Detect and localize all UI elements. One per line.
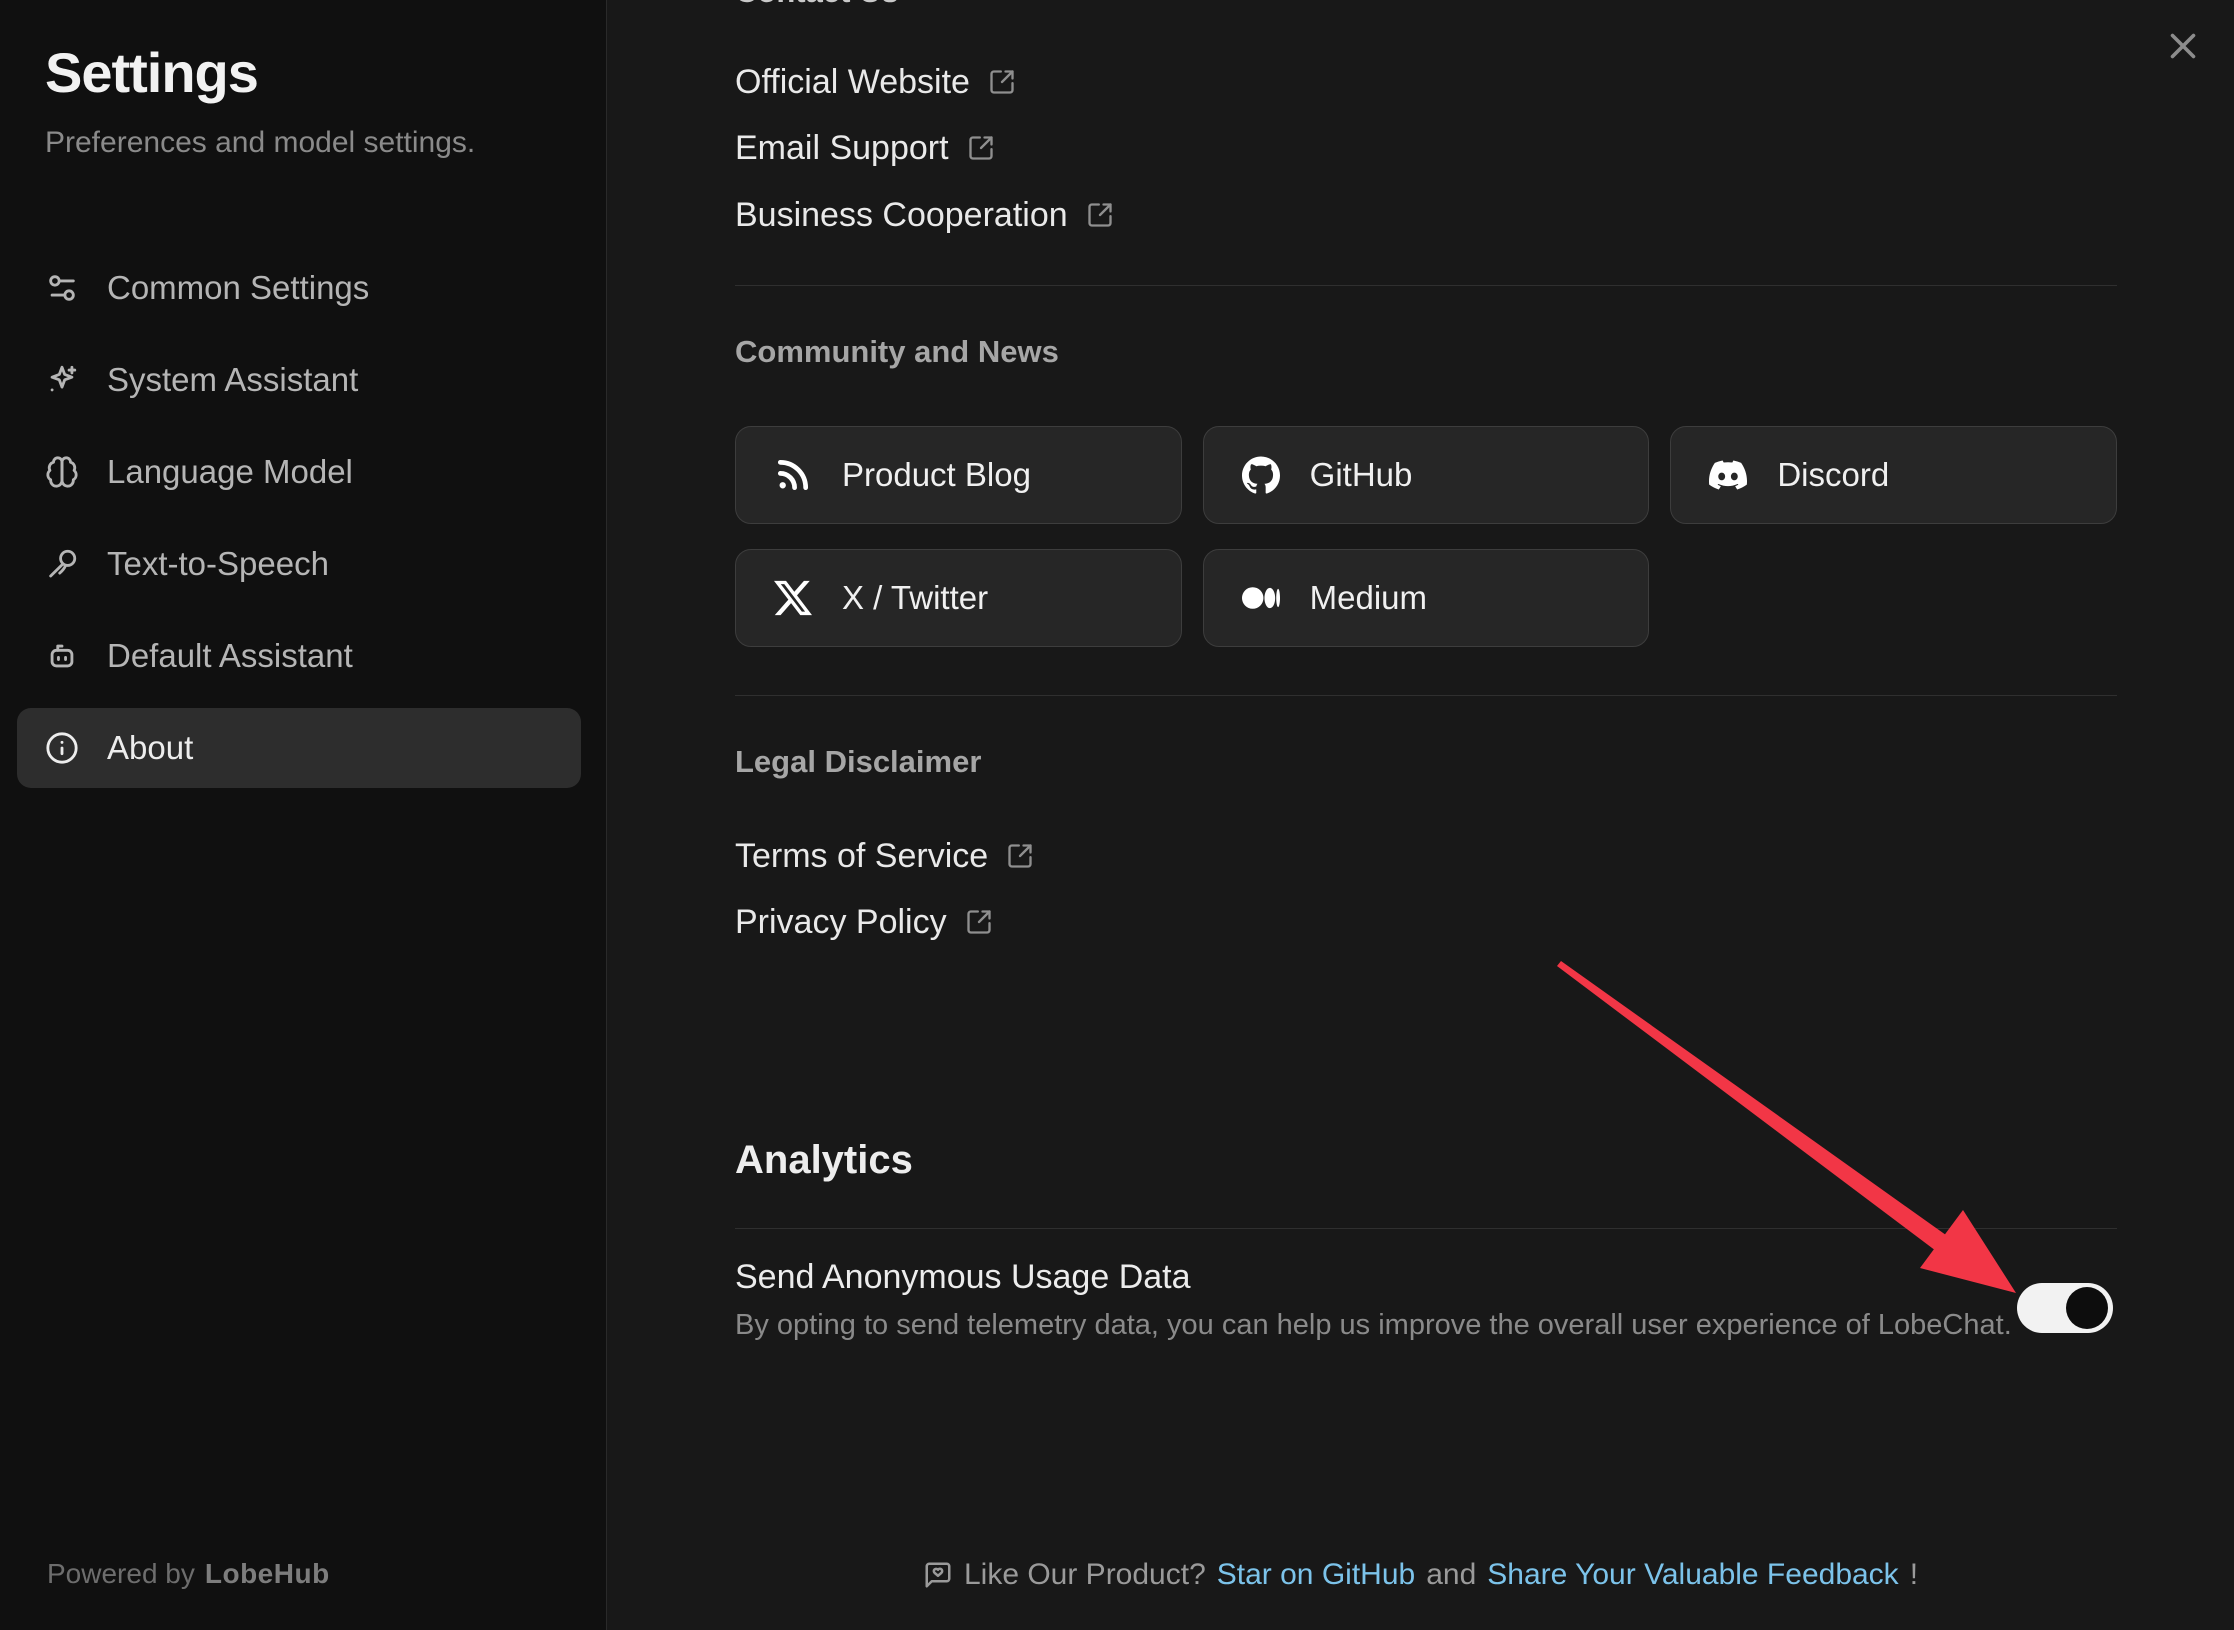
star-on-github-link[interactable]: Star on GitHub <box>1217 1558 1415 1592</box>
github-icon <box>1242 456 1280 494</box>
link-label: Official Website <box>735 63 970 102</box>
settings-sidebar: Settings Preferences and model settings.… <box>0 0 607 1630</box>
footer-text: ! <box>1910 1558 1918 1592</box>
github-button[interactable]: GitHub <box>1203 426 1650 524</box>
bot-icon <box>45 639 79 673</box>
external-link-icon <box>1086 201 1114 229</box>
contact-us-title: Contact Us <box>735 0 899 10</box>
divider <box>735 695 2117 696</box>
external-link-icon <box>967 134 995 162</box>
powered-by: Powered by LobeHub <box>47 1558 330 1590</box>
community-news-title: Community and News <box>735 334 1059 370</box>
sidebar-item-label: Language Model <box>107 453 353 491</box>
button-label: Product Blog <box>842 456 1031 494</box>
official-website-link[interactable]: Official Website <box>735 60 1016 104</box>
external-link-icon <box>965 908 993 936</box>
sidebar-item-common-settings[interactable]: Common Settings <box>17 248 581 328</box>
external-link-icon <box>1006 842 1034 870</box>
analytics-title: Analytics <box>735 1138 913 1183</box>
sidebar-item-label: System Assistant <box>107 361 358 399</box>
x-icon <box>774 579 812 617</box>
send-usage-data-toggle[interactable] <box>2017 1283 2113 1333</box>
button-label: Medium <box>1310 579 1427 617</box>
button-label: Discord <box>1777 456 1889 494</box>
sidebar-item-default-assistant[interactable]: Default Assistant <box>17 616 581 696</box>
sidebar-item-label: Common Settings <box>107 269 369 307</box>
divider <box>735 285 2117 286</box>
toggle-knob <box>2066 1287 2108 1329</box>
sidebar-item-system-assistant[interactable]: System Assistant <box>17 340 581 420</box>
sidebar-nav: Common Settings System Assistant Languag… <box>17 248 581 788</box>
mic-icon <box>45 547 79 581</box>
footer-text: Like Our Product? <box>964 1558 1206 1592</box>
footer-text: and <box>1426 1558 1476 1592</box>
button-label: X / Twitter <box>842 579 988 617</box>
discord-button[interactable]: Discord <box>1670 426 2117 524</box>
close-button[interactable] <box>2159 22 2207 70</box>
share-feedback-link[interactable]: Share Your Valuable Feedback <box>1487 1558 1898 1592</box>
send-usage-data-description: By opting to send telemetry data, you ca… <box>735 1309 2012 1342</box>
info-icon <box>45 731 79 765</box>
annotation-arrow <box>607 0 2234 1630</box>
privacy-policy-link[interactable]: Privacy Policy <box>735 900 993 944</box>
sidebar-item-text-to-speech[interactable]: Text-to-Speech <box>17 524 581 604</box>
community-buttons: Product Blog GitHub Discord X / Twitter <box>735 426 2117 647</box>
sparkles-icon <box>45 363 79 397</box>
external-link-icon <box>988 68 1016 96</box>
sidebar-item-label: Default Assistant <box>107 637 353 675</box>
sidebar-item-label: About <box>107 729 193 767</box>
link-label: Email Support <box>735 129 949 168</box>
lobehub-brand: LobeHub <box>205 1558 330 1589</box>
rss-icon <box>774 456 812 494</box>
sliders-icon <box>45 271 79 305</box>
sidebar-item-about[interactable]: About <box>17 708 581 788</box>
link-label: Business Cooperation <box>735 196 1068 235</box>
page-title: Settings <box>45 40 258 105</box>
divider <box>735 1228 2117 1229</box>
link-label: Terms of Service <box>735 837 988 876</box>
close-icon <box>2165 28 2201 64</box>
button-label: GitHub <box>1310 456 1413 494</box>
powered-by-text: Powered by <box>47 1558 195 1589</box>
page-subtitle: Preferences and model settings. <box>45 126 475 160</box>
sidebar-item-label: Text-to-Speech <box>107 545 329 583</box>
medium-icon <box>1242 579 1280 617</box>
medium-button[interactable]: Medium <box>1203 549 1650 647</box>
about-panel: Contact Us Official Website Email Suppor… <box>607 0 2234 1630</box>
discord-icon <box>1709 456 1747 494</box>
terms-of-service-link[interactable]: Terms of Service <box>735 834 1034 878</box>
brain-icon <box>45 455 79 489</box>
sidebar-item-language-model[interactable]: Language Model <box>17 432 581 512</box>
settings-modal: Settings Preferences and model settings.… <box>0 0 2234 1630</box>
product-footer: Like Our Product? Star on GitHub and Sha… <box>607 1558 2234 1592</box>
business-cooperation-link[interactable]: Business Cooperation <box>735 193 1114 237</box>
send-usage-data-label: Send Anonymous Usage Data <box>735 1258 1191 1297</box>
link-label: Privacy Policy <box>735 903 947 942</box>
message-square-heart-icon <box>923 1560 953 1590</box>
email-support-link[interactable]: Email Support <box>735 126 995 170</box>
x-twitter-button[interactable]: X / Twitter <box>735 549 1182 647</box>
legal-disclaimer-title: Legal Disclaimer <box>735 744 981 780</box>
product-blog-button[interactable]: Product Blog <box>735 426 1182 524</box>
